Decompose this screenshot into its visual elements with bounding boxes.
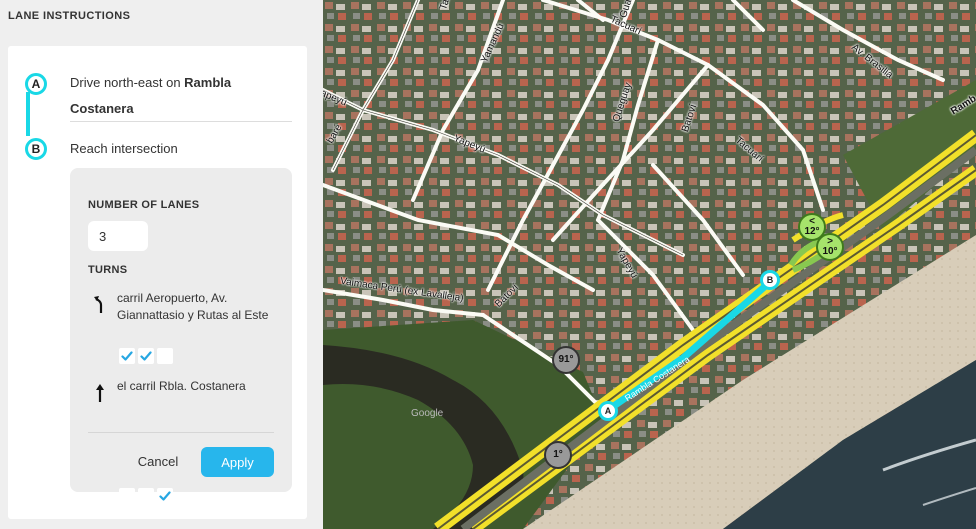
check-icon — [140, 351, 152, 361]
lane-3-checkbox[interactable] — [157, 488, 173, 504]
lane-1-checkbox[interactable] — [119, 348, 135, 364]
apply-button[interactable]: Apply — [201, 447, 274, 477]
turns-label: TURNS — [88, 264, 128, 276]
lane-2-checkbox[interactable] — [138, 488, 154, 504]
angle-badge-10[interactable]: > 10° — [816, 233, 844, 261]
straight-arrow-icon — [96, 384, 104, 402]
number-of-lanes-label: NUMBER OF LANES — [88, 199, 200, 211]
lanes-editor: NUMBER OF LANES TURNS carril Aeropuerto,… — [70, 168, 292, 504]
step-b-instruction: Reach intersection — [70, 141, 178, 156]
check-icon — [121, 351, 133, 361]
lane-checkboxes — [119, 348, 173, 364]
google-watermark: Google — [411, 408, 444, 419]
cancel-button[interactable]: Cancel — [130, 449, 186, 473]
lane-checkboxes — [119, 488, 173, 504]
turn-description: carril Aeropuerto, Av. Giannattasio y Ru… — [117, 291, 269, 322]
satellite-map[interactable]: Tabaré Yamandú Guaraní Tacuarí Av. Brasi… — [323, 0, 976, 529]
bear-left-arrow-icon — [94, 296, 103, 313]
lane-3-checkbox[interactable] — [157, 348, 173, 364]
angle-badge-91[interactable]: 91° — [552, 346, 580, 374]
map-imagery — [323, 0, 976, 529]
step-connector-line — [26, 92, 30, 136]
route-marker-a[interactable]: A — [598, 401, 618, 421]
step-divider — [70, 121, 292, 122]
lanes-divider — [88, 432, 274, 433]
step-marker-a: A — [25, 73, 47, 95]
step-a-instruction: Drive north-east on Rambla Costanera — [70, 70, 290, 122]
lane-instructions-panel: LANE INSTRUCTIONS A Drive north-east on … — [0, 0, 323, 529]
lane-1-checkbox[interactable] — [119, 488, 135, 504]
angle-badge-1[interactable]: 1° — [544, 441, 572, 469]
step-marker-b: B — [25, 138, 47, 160]
route-marker-b[interactable]: B — [760, 270, 780, 290]
check-icon — [159, 491, 171, 501]
lane-2-checkbox[interactable] — [138, 348, 154, 364]
step-a-text: Drive north-east on — [70, 75, 185, 90]
turn-description: el carril Rbla. Costanera — [117, 379, 246, 393]
panel-title: LANE INSTRUCTIONS — [8, 10, 131, 22]
number-of-lanes-input[interactable] — [88, 221, 148, 251]
